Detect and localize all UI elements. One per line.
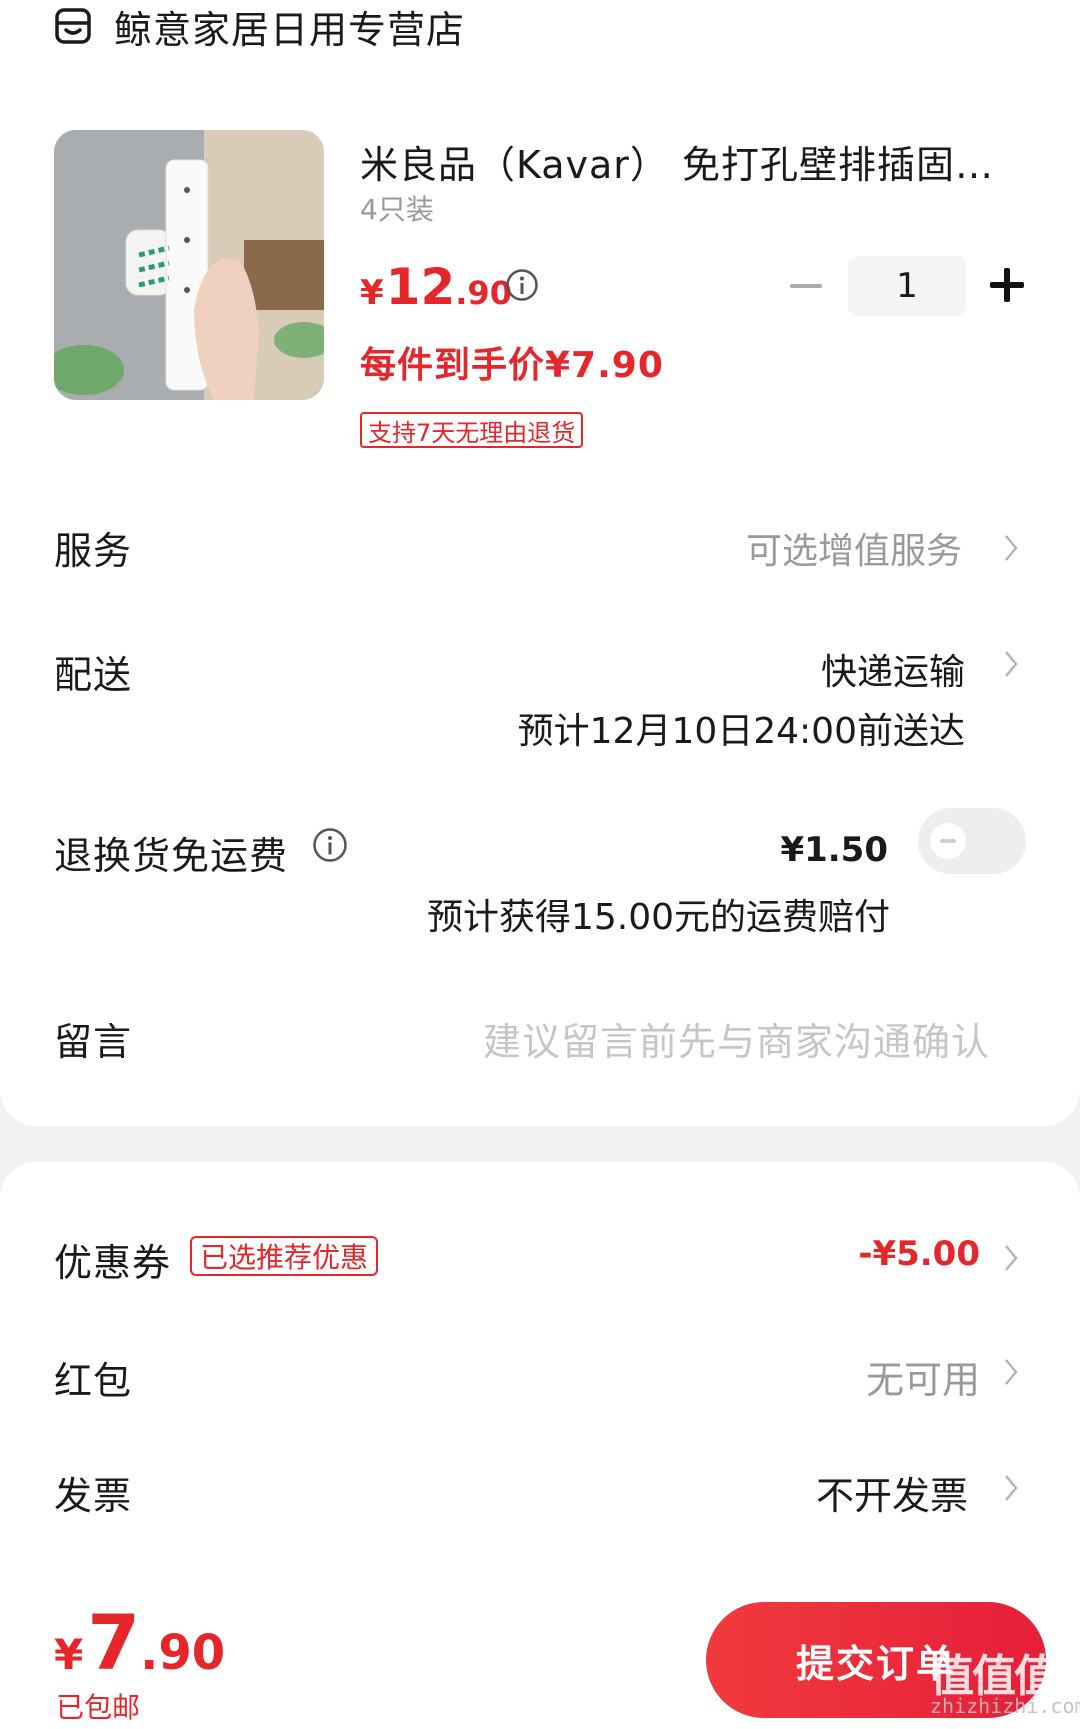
coupon-tag: 已选推荐优惠 [190, 1236, 379, 1276]
info-icon[interactable] [312, 827, 348, 863]
message-input[interactable]: 建议留言前先与商家沟通确认 [483, 1011, 990, 1066]
invoice-value[interactable]: 不开发票 [816, 1465, 968, 1520]
return-shipping-label: 退换货免运费 [54, 834, 289, 878]
total-integer: 7 [87, 1598, 141, 1687]
total-symbol: ¥ [54, 1630, 84, 1679]
delivery-label: 配送 [54, 653, 133, 697]
chevron-right-icon[interactable] [1003, 1357, 1019, 1387]
red-packet-label: 红包 [54, 1359, 133, 1403]
store-icon [55, 8, 91, 44]
chevron-right-icon[interactable] [1003, 1243, 1019, 1273]
watermark-url: zhizhizhi.com [930, 1694, 1080, 1718]
return-policy-tag: 支持7天无理由退货 [360, 412, 584, 448]
shipping-note: 已包邮 [56, 1691, 141, 1724]
message-label: 留言 [54, 1020, 133, 1064]
delivery-eta: 预计12月10日24:00前送达 [517, 711, 965, 752]
price-info-icon[interactable] [505, 268, 539, 302]
shop-name: 鲸意家居日用专营店 [114, 7, 466, 52]
return-shipping-compensation: 预计获得15.00元的运费赔付 [426, 897, 890, 938]
red-packet-value[interactable]: 无可用 [866, 1349, 980, 1404]
toggle-knob [930, 823, 966, 859]
product-image[interactable] [54, 130, 324, 400]
return-shipping-toggle[interactable] [918, 808, 1026, 874]
quantity-input[interactable]: 1 [848, 256, 966, 316]
quantity-increase-button[interactable] [990, 268, 1024, 302]
chevron-right-icon[interactable] [1003, 1473, 1019, 1503]
service-label: 服务 [54, 529, 133, 573]
total-decimal: .90 [140, 1625, 226, 1681]
each-price: 每件到手价¥7.90 [360, 345, 664, 386]
chevron-right-icon[interactable] [1003, 649, 1019, 679]
product-title[interactable]: 米良品（Kavar） 免打孔壁排插固定… [360, 134, 1020, 189]
coupon-label: 优惠券 [54, 1241, 172, 1285]
invoice-label: 发票 [54, 1474, 133, 1518]
watermark: 值值值 zhizhizhi.com [930, 1640, 1080, 1720]
quantity-decrease-button[interactable] [790, 284, 822, 288]
return-shipping-price: ¥1.50 [780, 830, 888, 870]
product-spec[interactable]: 4只装 [360, 188, 434, 228]
delivery-value[interactable]: 快递运输 [821, 643, 965, 695]
shop-header[interactable]: 鲸意家居日用专营店 [54, 2, 465, 52]
total-price: ¥ 7 .90 [54, 1598, 225, 1687]
price-decimal: .90 [455, 274, 512, 312]
service-value[interactable]: 可选增值服务 [746, 522, 962, 574]
product-price: ¥ 12 .90 [360, 258, 512, 316]
price-integer: 12 [385, 258, 456, 316]
price-symbol: ¥ [360, 273, 384, 313]
coupon-value[interactable]: -¥5.00 [858, 1234, 980, 1274]
chevron-right-icon[interactable] [1003, 533, 1019, 563]
